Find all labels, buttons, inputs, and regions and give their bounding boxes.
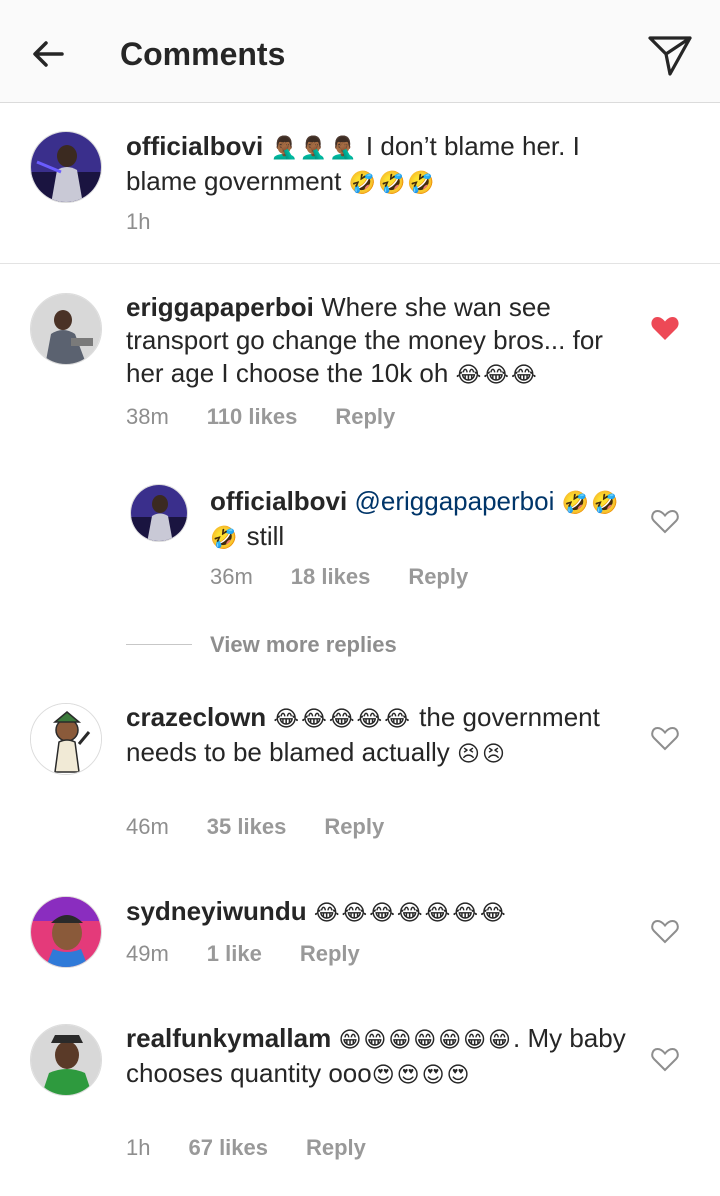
heart-outline-icon xyxy=(651,1047,679,1072)
reply-text: officialbovi @eriggapaperboi 🤣🤣🤣 still xyxy=(210,485,630,555)
avatar[interactable] xyxy=(30,131,102,203)
view-more-replies-button[interactable]: View more replies xyxy=(210,630,397,660)
reply-username[interactable]: officialbovi xyxy=(210,486,347,516)
comment-time: 1h xyxy=(126,1135,151,1160)
likes-count[interactable]: 35 likes xyxy=(207,814,287,839)
reply-button[interactable]: Reply xyxy=(408,564,468,589)
likes-count[interactable]: 67 likes xyxy=(188,1135,268,1160)
like-button[interactable] xyxy=(650,724,680,752)
caption-time: 1h xyxy=(126,209,151,234)
heart-eyes-emoji: 😍😍😍😍 xyxy=(371,1063,472,1088)
grinning-emoji: 😁😁😁😁😁😁😁 xyxy=(338,1028,513,1053)
reply-button[interactable]: Reply xyxy=(324,814,384,839)
top-bar: Comments xyxy=(0,0,720,103)
comment-time: 49m xyxy=(126,941,169,966)
like-button[interactable] xyxy=(650,507,680,535)
heart-outline-icon xyxy=(651,509,679,534)
reply-time: 36m xyxy=(210,564,253,589)
like-button[interactable] xyxy=(650,917,680,945)
reply-body: still xyxy=(246,521,285,551)
caption-username[interactable]: officialbovi xyxy=(126,131,263,161)
avatar[interactable] xyxy=(30,293,102,365)
avatar[interactable] xyxy=(30,703,102,775)
mention-link[interactable]: @eriggapaperboi xyxy=(354,486,554,516)
comment-text: eriggapaperboi Where she wan see transpo… xyxy=(126,291,626,392)
facepalm-emoji: 🤦🏾‍♂️🤦🏾‍♂️🤦🏾‍♂️ xyxy=(270,136,359,161)
heart-outline-icon xyxy=(651,919,679,944)
heart-filled-icon xyxy=(651,317,679,340)
avatar[interactable] xyxy=(30,896,102,968)
likes-count[interactable]: 110 likes xyxy=(207,404,298,429)
avatar[interactable] xyxy=(130,484,188,542)
comment-meta: 1h 67 likes Reply xyxy=(126,1134,366,1162)
laughing-emoji: 😂😂😂 xyxy=(455,363,539,388)
share-button[interactable] xyxy=(646,30,694,78)
comment-meta: 49m 1 like Reply xyxy=(126,940,360,968)
avatar[interactable] xyxy=(30,1024,102,1096)
view-more-line xyxy=(126,644,192,645)
comment-username[interactable]: sydneyiwundu xyxy=(126,896,307,926)
laughing-emoji: 😂😂😂😂😂😂😂 xyxy=(313,901,508,926)
comment-text: realfunkymallam 😁😁😁😁😁😁😁. My baby chooses… xyxy=(126,1022,626,1092)
reply-button[interactable]: Reply xyxy=(335,404,395,429)
reply-button[interactable]: Reply xyxy=(306,1135,366,1160)
like-button[interactable] xyxy=(650,1045,680,1073)
likes-count[interactable]: 1 like xyxy=(207,941,262,966)
comment-username[interactable]: eriggapaperboi xyxy=(126,292,314,322)
page-title: Comments xyxy=(120,36,286,72)
comment-username[interactable]: crazeclown xyxy=(126,702,266,732)
comment-meta: 38m 110 likes Reply xyxy=(126,403,395,431)
reply-button[interactable]: Reply xyxy=(300,941,360,966)
comment-time: 46m xyxy=(126,814,169,839)
likes-count[interactable]: 18 likes xyxy=(291,564,371,589)
heart-outline-icon xyxy=(651,726,679,751)
back-button[interactable] xyxy=(28,34,68,74)
laughing-emoji: 😂😂😂😂😂 xyxy=(273,707,412,732)
divider xyxy=(0,263,720,264)
comment-body: . xyxy=(513,1023,521,1053)
arrow-left-icon xyxy=(33,41,64,67)
rofl-emoji: 🤣🤣🤣 xyxy=(348,171,437,196)
comment-text: sydneyiwundu 😂😂😂😂😂😂😂 xyxy=(126,895,626,930)
comment-text: crazeclown 😂😂😂😂😂 the government needs to… xyxy=(126,701,626,771)
comment-time: 38m xyxy=(126,404,169,429)
caption-text: officialbovi 🤦🏾‍♂️🤦🏾‍♂️🤦🏾‍♂️ I don’t bla… xyxy=(126,130,646,200)
paper-plane-icon xyxy=(648,36,692,76)
reply-meta: 36m 18 likes Reply xyxy=(210,563,468,591)
like-button[interactable] xyxy=(650,314,680,342)
comment-username[interactable]: realfunkymallam xyxy=(126,1023,331,1053)
persevering-emoji: 😣😣 xyxy=(457,742,507,767)
comment-meta: 46m 35 likes Reply xyxy=(126,813,384,841)
